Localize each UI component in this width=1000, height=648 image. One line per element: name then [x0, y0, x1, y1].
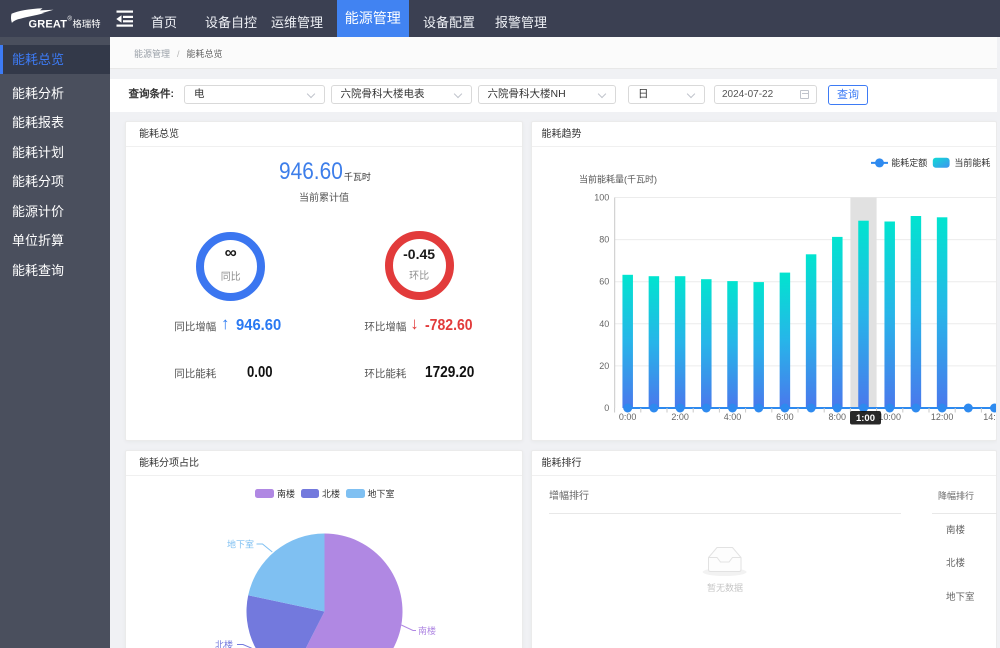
- svg-text:8:00: 8:00: [829, 412, 847, 422]
- svg-text:GREAT: GREAT: [29, 19, 68, 31]
- svg-text:北楼: 北楼: [215, 639, 233, 648]
- svg-text:当前能耗: 当前能耗: [954, 157, 990, 168]
- svg-text:10:00: 10:00: [878, 412, 901, 422]
- svg-text:南楼: 南楼: [418, 625, 436, 636]
- svg-text:0: 0: [604, 403, 609, 413]
- svg-text:20: 20: [599, 361, 609, 371]
- svg-text:60: 60: [599, 277, 609, 287]
- svg-text:6:00: 6:00: [776, 412, 794, 422]
- svg-text:4:00: 4:00: [724, 412, 742, 422]
- svg-text:12:00: 12:00: [931, 412, 954, 422]
- svg-text:格瑞特: 格瑞特: [73, 18, 101, 29]
- svg-text:地下室: 地下室: [227, 539, 254, 550]
- svg-text:2:00: 2:00: [671, 412, 689, 422]
- svg-text:100: 100: [594, 193, 609, 203]
- svg-text:1:00: 1:00: [856, 413, 875, 424]
- svg-text:14:00: 14:00: [983, 412, 996, 422]
- svg-text:0:00: 0:00: [619, 412, 637, 422]
- svg-text:当前能耗量(千瓦时): 当前能耗量(千瓦时): [579, 174, 657, 185]
- svg-text:80: 80: [599, 235, 609, 245]
- svg-text:40: 40: [599, 319, 609, 329]
- svg-text:能耗定额: 能耗定额: [891, 157, 927, 168]
